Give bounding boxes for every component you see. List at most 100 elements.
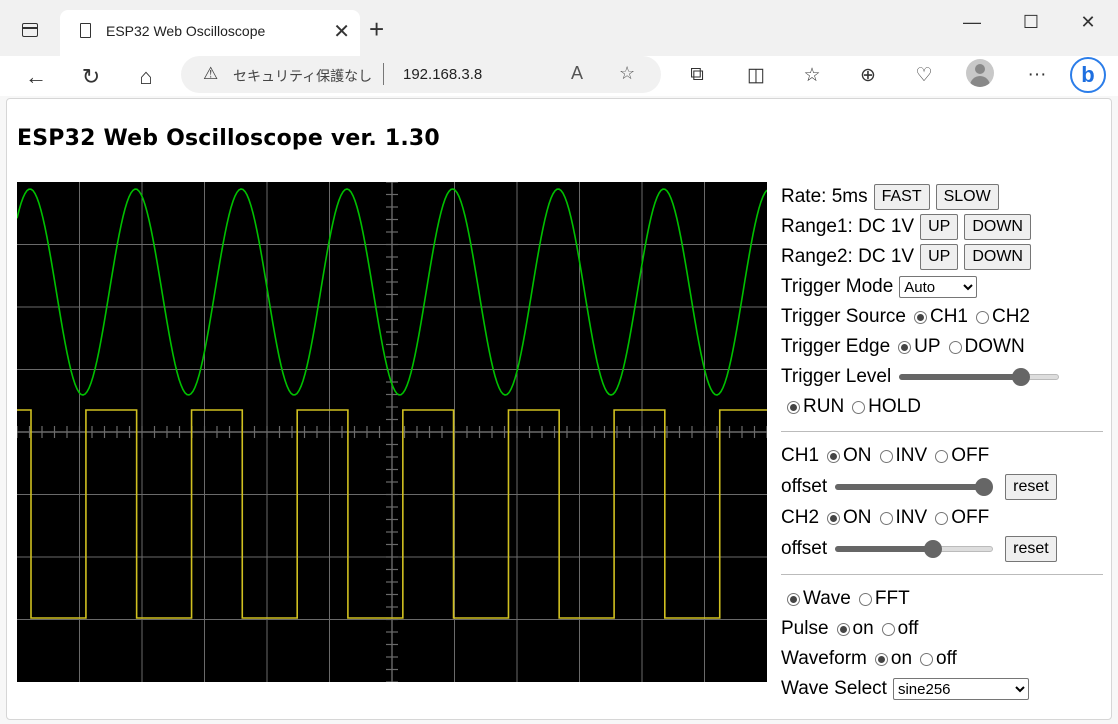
omnibox-separator [383,63,384,85]
trigger-source-ch1-radio[interactable] [913,310,927,324]
pulse-on-radio[interactable] [836,622,850,636]
trigger-source-row: Trigger Source CH1 CH2 [781,302,1105,332]
range2-label: Range2: DC 1V [781,246,915,267]
range1-label: Range1: DC 1V [781,216,915,237]
ch2-on-label: ON [843,507,872,528]
tab-actions-icon[interactable] [22,23,38,37]
ch2-on-radio[interactable] [827,511,841,525]
scope-grid [17,182,767,682]
trigger-level-row: Trigger Level [781,362,1105,392]
hold-label: HOLD [868,396,921,417]
page-title: ESP32 Web Oscilloscope ver. 1.30 [17,126,440,151]
ch1-on-radio[interactable] [827,449,841,463]
trigger-edge-down-label: DOWN [964,336,1025,357]
trigger-level-slider[interactable] [899,367,1060,387]
url-text[interactable]: 192.168.3.8 [403,66,482,83]
range1-down-button[interactable]: DOWN [964,214,1031,240]
range1-row: Range1: DC 1V UP DOWN [781,212,1105,242]
ch1-offset-row: offset reset [781,471,1105,503]
browser-essentials-icon[interactable]: ♡ [910,64,938,87]
ch2-reset-button[interactable]: reset [1005,536,1057,562]
ch1-label: CH1 [781,445,820,466]
ch1-reset-button[interactable]: reset [1005,474,1057,500]
collections-icon[interactable]: ⊕ [854,64,882,87]
profile-avatar[interactable] [966,59,994,87]
trigger-level-handle[interactable] [1011,368,1030,386]
browser-tab[interactable]: ESP32 Web Oscilloscope ✕ [60,10,360,56]
pulse-on-label: on [852,618,874,639]
ch2-off-label: OFF [951,507,990,528]
more-menu-icon[interactable]: ··· [1023,64,1051,86]
trigger-level-label: Trigger Level [781,366,892,387]
favorite-star-icon[interactable]: ☆ [619,63,635,84]
rate-row: Rate: 5ms FAST SLOW [781,182,1105,212]
range1-up-button[interactable]: UP [920,214,959,240]
trigger-source-label: Trigger Source [781,306,906,327]
ch2-offset-slider[interactable] [835,539,994,559]
trigger-edge-row: Trigger Edge UP DOWN [781,332,1105,362]
ch1-off-radio[interactable] [935,449,949,463]
slow-button[interactable]: SLOW [935,184,999,210]
back-icon[interactable]: ← [21,64,51,90]
tab-title: ESP32 Web Oscilloscope [106,23,266,39]
refresh-icon[interactable]: ↻ [76,64,106,90]
page-content: ESP32 Web Oscilloscope ver. 1.30 Rate: 5… [6,98,1112,720]
ch2-mode-row: CH2 ON INV OFF [781,503,1105,533]
ch1-offset-handle[interactable] [975,478,994,496]
wave-select-label: Wave Select [781,678,887,699]
ch2-off-radio[interactable] [935,511,949,525]
home-icon[interactable]: ⌂ [131,64,161,90]
maximize-icon[interactable]: ☐ [1016,12,1046,33]
run-radio[interactable] [787,400,800,414]
new-tab-button[interactable]: + [369,14,384,45]
range2-down-button[interactable]: DOWN [964,244,1031,270]
read-aloud-icon[interactable]: A [571,63,583,84]
page-icon [80,23,91,38]
waveform-on-label: on [890,648,913,669]
wave-label: Wave [803,588,851,609]
fast-button[interactable]: FAST [873,184,930,210]
ch2-inv-radio[interactable] [879,511,893,525]
pulse-off-radio[interactable] [881,622,895,636]
trigger-mode-select[interactable]: Auto [899,276,978,298]
ch1-off-label: OFF [951,445,990,466]
waveform-off-radio[interactable] [920,652,934,666]
range2-row: Range2: DC 1V UP DOWN [781,242,1105,272]
range2-up-button[interactable]: UP [920,244,959,270]
pulse-label: Pulse [781,618,829,639]
waveform-on-radio[interactable] [874,652,888,666]
trigger-edge-up-label: UP [914,336,941,357]
ch2-offset-row: offset reset [781,533,1105,565]
close-window-icon[interactable]: ✕ [1073,12,1103,33]
wave-select-dropdown[interactable]: sine256 [892,678,1029,700]
security-status[interactable]: セキュリティ保護なし [233,66,372,86]
fft-radio[interactable] [858,592,872,606]
trigger-source-ch1-label: CH1 [929,306,968,327]
omnibox[interactable]: ⚠ セキュリティ保護なし 192.168.3.8 A ☆ [181,56,661,93]
run-label: RUN [803,396,845,417]
pulse-row: Pulse on off [781,614,1105,644]
warning-icon[interactable]: ⚠ [203,64,218,84]
ch1-inv-radio[interactable] [879,449,893,463]
wave-radio[interactable] [787,592,800,606]
bing-copilot-icon[interactable]: b [1070,57,1106,93]
favorites-icon[interactable]: ☆ [798,64,826,87]
section-divider [781,431,1103,432]
ch2-label: CH2 [781,507,820,528]
extensions-icon[interactable]: ⧉ [683,64,711,86]
browser-titlebar: ESP32 Web Oscilloscope ✕ + — ☐ ✕ [0,0,1118,56]
display-mode-row: Wave FFT [781,584,1105,614]
close-tab-icon[interactable]: ✕ [333,19,350,44]
minimize-icon[interactable]: — [957,12,987,33]
hold-radio[interactable] [852,400,866,414]
split-screen-icon[interactable]: ◫ [742,64,770,87]
trigger-edge-down-radio[interactable] [948,340,962,354]
trigger-source-ch2-radio[interactable] [975,310,989,324]
wave-select-row: Wave Select sine256 [781,674,1105,704]
ch2-offset-handle[interactable] [924,540,943,558]
ch1-offset-slider[interactable] [835,477,994,497]
ch1-on-label: ON [843,445,872,466]
control-panel: Rate: 5ms FAST SLOW Range1: DC 1V UP DOW… [781,182,1105,704]
trigger-edge-up-radio[interactable] [898,340,912,354]
trigger-source-ch2-label: CH2 [991,306,1030,327]
